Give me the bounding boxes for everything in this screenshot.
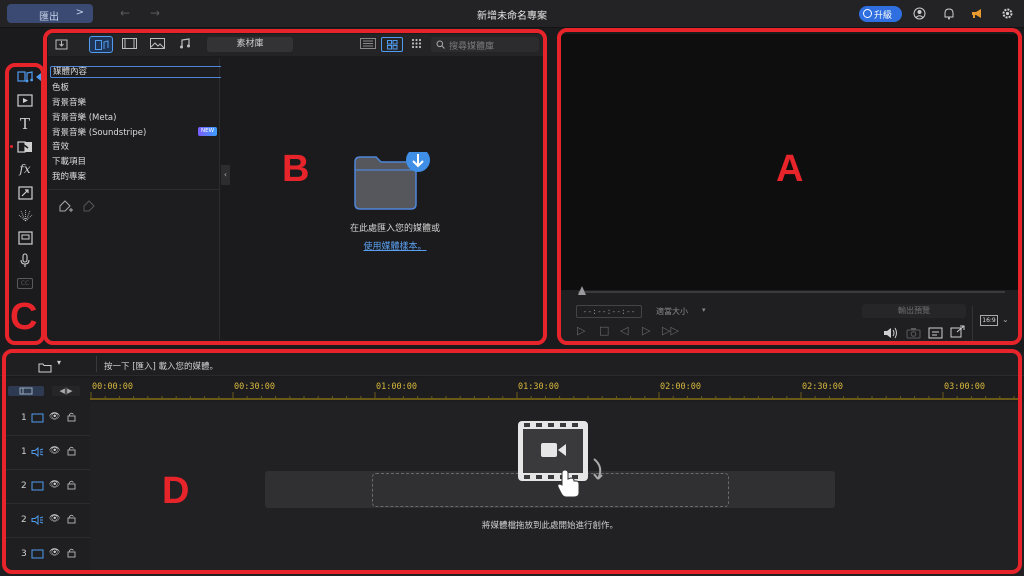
project-title: 新增未命名專案 — [477, 11, 547, 22]
annotation-label-a: A — [776, 148, 804, 190]
redo-arrow-icon[interactable]: → — [150, 6, 160, 20]
upgrade-button[interactable]: 升級 — [859, 6, 902, 22]
upgrade-icon — [863, 9, 872, 18]
account-icon[interactable] — [912, 7, 926, 21]
notification-bell-icon[interactable] — [942, 7, 956, 21]
annotation-box-d — [2, 349, 1022, 574]
annotation-label-d: D — [162, 470, 190, 512]
export-button[interactable]: 匯出 > — [7, 4, 93, 23]
export-label: 匯出 — [39, 12, 59, 23]
settings-gear-icon[interactable] — [1000, 7, 1014, 21]
annotation-label-c: C — [10, 296, 38, 338]
chevron-right-icon: > — [75, 7, 84, 18]
announcement-icon[interactable] — [970, 7, 984, 21]
annotation-label-b: B — [282, 148, 310, 190]
upgrade-label: 升級 — [874, 11, 893, 21]
undo-arrow-icon[interactable]: ← — [120, 6, 130, 20]
